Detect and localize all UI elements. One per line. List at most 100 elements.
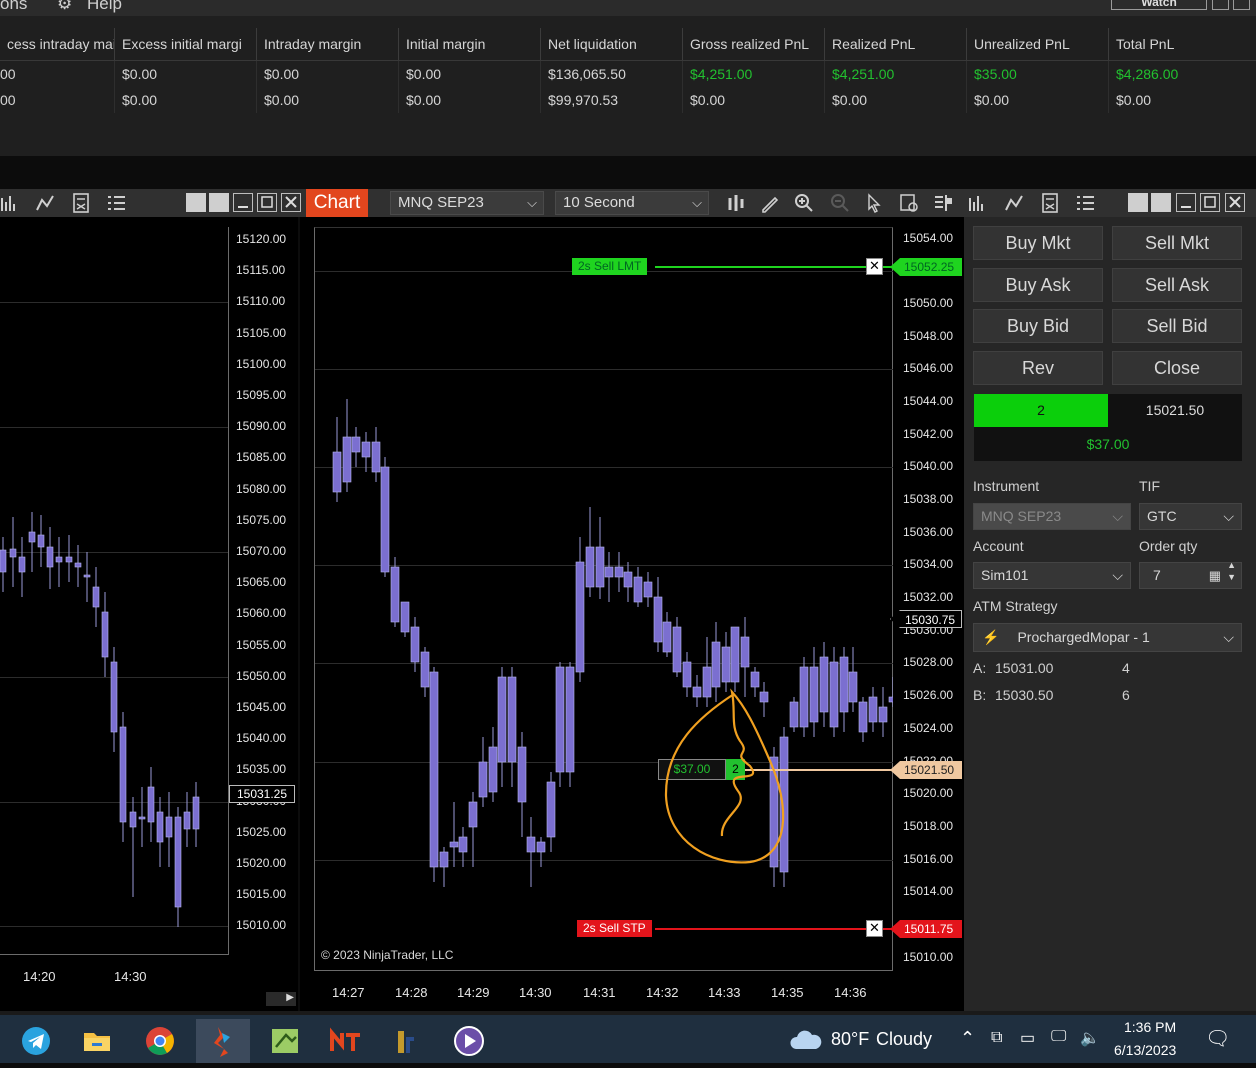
calculator-icon[interactable]: ▦ bbox=[1209, 563, 1221, 588]
window-tile-button[interactable] bbox=[1128, 193, 1148, 212]
stop-order-line[interactable] bbox=[655, 928, 891, 930]
maximize-button[interactable] bbox=[1212, 0, 1229, 10]
col-header-excess-intraday[interactable]: cess intraday mai bbox=[0, 28, 114, 60]
window-tile-button[interactable] bbox=[1151, 193, 1171, 212]
network-icon[interactable]: 🖵 bbox=[1051, 1028, 1066, 1046]
properties-list-icon[interactable] bbox=[105, 192, 127, 214]
scroll-handle[interactable]: ▶ bbox=[266, 992, 296, 1006]
menu-item-options[interactable]: ons bbox=[0, 0, 27, 14]
watch-button[interactable]: Watch bbox=[1111, 0, 1207, 10]
chart-toolbar: MNQ SEP23 ⌵ 10 Second ⌵ bbox=[0, 189, 1256, 217]
indicators-icon[interactable] bbox=[0, 192, 22, 214]
col-header-unrealized-pnl[interactable]: Unrealized PnL bbox=[966, 28, 1108, 60]
cancel-limit-order-icon[interactable]: ✕ bbox=[866, 258, 883, 275]
properties-list-icon[interactable] bbox=[1074, 192, 1096, 214]
candle bbox=[604, 566, 614, 578]
window-tile-button[interactable] bbox=[186, 193, 206, 212]
minimize-button[interactable] bbox=[233, 193, 253, 212]
nt-icon[interactable] bbox=[322, 1021, 368, 1061]
battery-icon[interactable]: ▭ bbox=[1020, 1028, 1035, 1048]
y-tick: 15014.00 bbox=[903, 884, 954, 898]
telegram-icon[interactable] bbox=[13, 1021, 59, 1061]
close-icon[interactable] bbox=[281, 193, 301, 212]
col-header-net-liquidation[interactable]: Net liquidation bbox=[540, 28, 682, 60]
media-player-icon[interactable] bbox=[446, 1021, 492, 1061]
candle bbox=[390, 566, 400, 623]
freehand-annotation[interactable] bbox=[660, 686, 795, 871]
notifications-icon[interactable]: 🗨 bbox=[1205, 1026, 1230, 1051]
col-header-gross-realized-pnl[interactable]: Gross realized PnL bbox=[682, 28, 824, 60]
drawing-tool-icon[interactable] bbox=[759, 192, 781, 214]
window-tile-button[interactable] bbox=[209, 193, 229, 212]
bar-type-icon[interactable] bbox=[726, 192, 748, 214]
instrument-selector[interactable]: MNQ SEP23 ⌵ bbox=[390, 191, 544, 215]
weather-desc[interactable]: Cloudy bbox=[876, 1029, 932, 1050]
col-header-initial-margin[interactable]: Initial margin bbox=[398, 28, 540, 60]
bid-price: 15030.50 bbox=[995, 687, 1054, 703]
tradingview-icon[interactable] bbox=[382, 1021, 428, 1061]
interval-selector[interactable]: 10 Second ⌵ bbox=[555, 191, 709, 215]
limit-order-flag[interactable]: 2s Sell LMT bbox=[572, 258, 648, 275]
menu-item-help[interactable]: Help bbox=[87, 0, 122, 14]
col-header-excess-initial[interactable]: Excess initial margi bbox=[114, 28, 256, 60]
account-value: Sim101 bbox=[981, 567, 1029, 583]
limit-order-line[interactable] bbox=[655, 266, 891, 268]
zoom-in-icon[interactable] bbox=[793, 192, 815, 214]
meet-now-icon[interactable]: ⧉ bbox=[991, 1029, 1002, 1047]
chevron-up-icon[interactable]: ⌃ bbox=[960, 1028, 975, 1049]
y-tick: 15034.00 bbox=[903, 557, 954, 571]
chart-trader-icon[interactable] bbox=[932, 192, 954, 214]
calculator-icon[interactable] bbox=[70, 192, 92, 214]
candle bbox=[65, 556, 73, 563]
buy-bid-button[interactable]: Buy Bid bbox=[973, 309, 1103, 343]
close-icon[interactable] bbox=[1225, 193, 1245, 212]
candle bbox=[55, 556, 63, 563]
last-price-tag: 15030.75 bbox=[890, 610, 962, 628]
close-window-button[interactable] bbox=[1233, 0, 1250, 10]
atm-strategy-selector[interactable]: ⚡ ProchargedMopar - 1 ⌵ bbox=[973, 623, 1242, 652]
sell-ask-button[interactable]: Sell Ask bbox=[1112, 268, 1242, 302]
candle bbox=[46, 546, 54, 568]
buy-ask-button[interactable]: Buy Ask bbox=[973, 268, 1103, 302]
cancel-stop-order-icon[interactable]: ✕ bbox=[866, 920, 883, 937]
pointer-icon[interactable] bbox=[863, 192, 885, 214]
spinner-arrows-icon[interactable]: ▲ ▼ bbox=[1227, 559, 1236, 583]
account-selector[interactable]: Sim101 ⌵ bbox=[973, 562, 1131, 589]
order-qty-stepper[interactable]: 7 ▦ ▲ ▼ bbox=[1139, 559, 1242, 589]
sell-bid-button[interactable]: Sell Bid bbox=[1112, 309, 1242, 343]
calculator-icon[interactable] bbox=[1039, 192, 1061, 214]
sell-market-button[interactable]: Sell Mkt bbox=[1112, 226, 1242, 260]
tif-selector[interactable]: GTC ⌵ bbox=[1139, 503, 1242, 530]
buy-market-button[interactable]: Buy Mkt bbox=[973, 226, 1103, 260]
weather-temp[interactable]: 80°F bbox=[831, 1029, 869, 1050]
zoom-out-icon[interactable] bbox=[829, 192, 851, 214]
stop-order-flag[interactable]: 2s Sell STP bbox=[577, 920, 652, 937]
col-header-intraday-margin[interactable]: Intraday margin bbox=[256, 28, 398, 60]
clock-date[interactable]: 6/13/2023 bbox=[1114, 1042, 1176, 1058]
minimize-button[interactable] bbox=[1176, 193, 1196, 212]
candle bbox=[575, 561, 585, 673]
strategies-icon[interactable] bbox=[1003, 192, 1025, 214]
indicators-icon[interactable] bbox=[968, 192, 990, 214]
file-explorer-icon[interactable] bbox=[74, 1021, 120, 1061]
y-tick: 15105.00 bbox=[236, 325, 287, 340]
volume-icon[interactable]: 🔈 bbox=[1080, 1028, 1100, 1048]
data-box-icon[interactable] bbox=[898, 192, 920, 214]
instrument-selector[interactable]: MNQ SEP23 ⌵ bbox=[973, 503, 1131, 530]
candle bbox=[497, 676, 507, 763]
maximize-button[interactable] bbox=[257, 193, 277, 212]
chart-tab[interactable]: Chart bbox=[306, 189, 368, 217]
maximize-button[interactable] bbox=[1200, 193, 1220, 212]
ninjatrader-icon[interactable] bbox=[196, 1019, 250, 1063]
candle bbox=[839, 656, 849, 713]
reverse-button[interactable]: Rev bbox=[973, 351, 1103, 385]
col-header-realized-pnl[interactable]: Realized PnL bbox=[824, 28, 966, 60]
col-header-total-pnl[interactable]: Total PnL bbox=[1108, 28, 1256, 60]
clock-time[interactable]: 1:36 PM bbox=[1124, 1019, 1176, 1035]
atm-strategy-label: ATM Strategy bbox=[973, 598, 1058, 614]
app-green-icon[interactable] bbox=[262, 1021, 308, 1061]
chrome-icon[interactable] bbox=[137, 1021, 183, 1061]
close-position-button[interactable]: Close bbox=[1112, 351, 1242, 385]
y-tick: 15015.00 bbox=[236, 887, 287, 902]
strategies-icon[interactable] bbox=[34, 192, 56, 214]
